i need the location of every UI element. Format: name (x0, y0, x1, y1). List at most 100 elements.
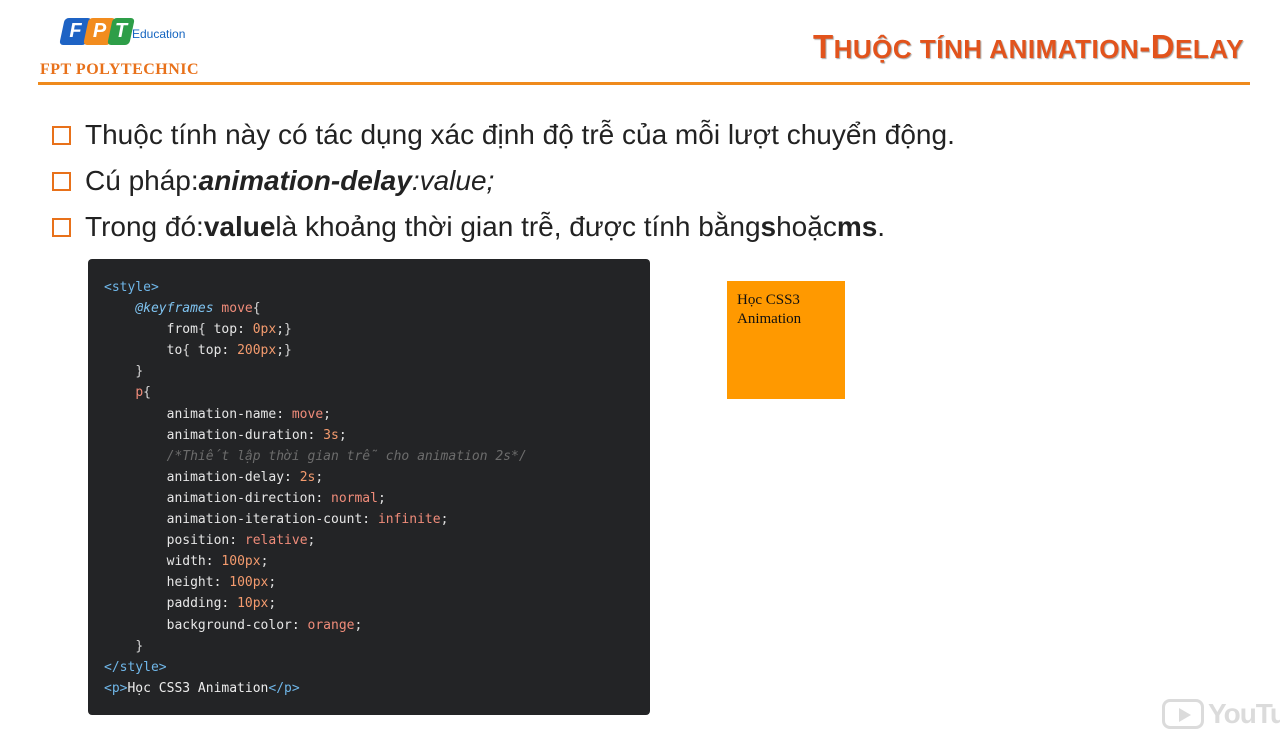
code-token: { (143, 385, 151, 401)
bullet-list: Thuộc tính này có tác dụng xác định độ t… (52, 112, 955, 250)
code-token: p (135, 385, 144, 401)
bullet-text: . (877, 211, 886, 242)
youtube-watermark: YouTub (1162, 698, 1280, 729)
code-token: ; (377, 490, 386, 506)
checkbox-bullet-icon (52, 217, 71, 237)
code-line: position: relative; (104, 530, 634, 551)
logo-tile-t: T (107, 18, 135, 45)
code-token: 3s (323, 427, 339, 443)
code-token: { (252, 301, 261, 317)
code-token: ; (268, 575, 277, 591)
code-token: ; (276, 322, 285, 338)
demo-paragraph-box: Học CSS3 Animation (727, 281, 845, 399)
bullet-text: là khoảng thời gian trễ, được tính bằng (275, 211, 761, 242)
code-line: <style> (104, 277, 634, 298)
code-line: animation-direction: normal; (104, 488, 634, 509)
code-line: animation-name: move; (104, 404, 634, 425)
code-token: 2s (299, 469, 316, 485)
code-token: animation-name: (166, 406, 292, 422)
code-token: </p> (268, 680, 300, 696)
code-line: } (104, 636, 634, 657)
code-line: padding: 10px; (104, 593, 634, 614)
code-line: /*Thiết lập thời gian trễ cho animation … (104, 446, 634, 467)
watermark-text: YouTub (1208, 698, 1280, 729)
bullet-text: hoặc (776, 211, 837, 242)
code-token: @keyframes (135, 301, 214, 317)
code-token: 100px (229, 575, 269, 591)
bullet-text: value; (419, 165, 495, 196)
bullet-text: Trong đó: (85, 211, 204, 242)
code-panel: <style> @keyframes move{ from{ top: 0px;… (88, 259, 650, 715)
title-part: T (812, 28, 834, 65)
logo-subtitle: Education (132, 27, 186, 41)
code-token: move (291, 406, 324, 422)
code-line: width: 100px; (104, 551, 634, 572)
bullet-text: ms (836, 211, 878, 242)
bullet-text: value (203, 211, 276, 242)
code-line: to{ top: 200px;} (104, 340, 634, 361)
code-token: normal (331, 490, 378, 506)
title-part: HUỘC TÍNH ANIMATION (833, 34, 1140, 64)
code-token: } (284, 322, 292, 338)
code-token: relative (244, 533, 308, 549)
code-token: position: (166, 533, 245, 549)
code-token: { (197, 322, 206, 338)
bullet-text: Cú pháp: (85, 165, 199, 196)
code-token: } (135, 638, 144, 654)
logo-letter: T (114, 20, 128, 42)
bullet-item: Trong đó: value là khoảng thời gian trễ,… (52, 204, 955, 250)
bullet-text: Thuộc tính này có tác dụng xác định độ t… (85, 119, 955, 150)
code-token: from (166, 322, 198, 338)
code-token: 0px (252, 322, 277, 338)
title-part: ELAY (1175, 34, 1244, 64)
code-token: animation-delay: (166, 469, 300, 485)
code-line: </style> (104, 657, 634, 678)
code-line: height: 100px; (104, 572, 634, 593)
code-token: animation-duration: (166, 427, 324, 443)
bullet-text: animation-delay (198, 165, 412, 196)
code-token: } (284, 343, 292, 359)
bullet-item: Cú pháp: animation-delay: value; (52, 158, 955, 204)
code-line: } (104, 361, 634, 382)
code-token: Học CSS3 Animation (127, 680, 269, 696)
title-part: -D (1139, 28, 1176, 65)
play-icon (1162, 699, 1204, 729)
code-token: ; (338, 427, 347, 443)
code-token: /*Thiết lập thời gian trễ cho animation … (166, 448, 527, 464)
code-token: ; (354, 617, 363, 633)
code-token: ; (315, 469, 324, 485)
code-token: <style> (104, 280, 159, 295)
code-line: from{ top: 0px;} (104, 319, 634, 340)
code-line: <p>Học CSS3 Animation</p> (104, 678, 634, 699)
code-token: width: (166, 554, 222, 570)
code-token: ; (323, 406, 331, 422)
code-token: } (135, 364, 144, 380)
code-token: top: (205, 322, 253, 338)
code-token: animation-direction: (166, 490, 331, 506)
code-token: 10px (237, 596, 269, 612)
checkbox-bullet-icon (52, 125, 71, 145)
code-token: move (221, 301, 253, 317)
bullet-text: : (411, 165, 420, 196)
code-token: height: (166, 575, 230, 591)
code-token: orange (307, 617, 355, 633)
code-token: { (182, 343, 191, 359)
header-divider (38, 82, 1250, 85)
code-line: animation-iteration-count: infinite; (104, 509, 634, 530)
code-token: infinite (377, 512, 441, 528)
slide-title: THUỘC TÍNH ANIMATION-DELAY (813, 28, 1244, 66)
code-token: ; (307, 533, 316, 549)
